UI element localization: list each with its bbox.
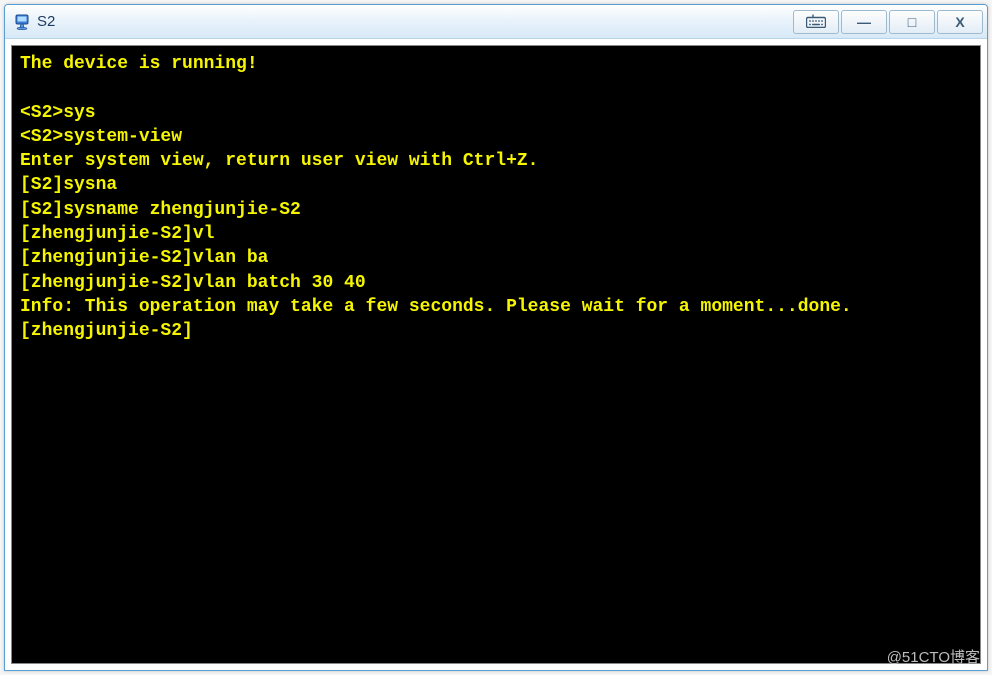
keyboard-icon bbox=[806, 14, 826, 30]
terminal-line: Info: This operation may take a few seco… bbox=[20, 295, 972, 319]
terminal-line bbox=[20, 76, 972, 100]
terminal-output[interactable]: The device is running! <S2>sys<S2>system… bbox=[11, 45, 981, 664]
maximize-button[interactable]: □ bbox=[889, 10, 935, 34]
app-icon bbox=[13, 13, 31, 31]
terminal-line: [S2]sysna bbox=[20, 173, 972, 197]
app-window: S2 — □ X The device is running! <S2>sys<… bbox=[4, 4, 988, 671]
terminal-line: <S2>sys bbox=[20, 101, 972, 125]
minimize-button[interactable]: — bbox=[841, 10, 887, 34]
terminal-line: [zhengjunjie-S2]vlan batch 30 40 bbox=[20, 271, 972, 295]
close-button[interactable]: X bbox=[937, 10, 983, 34]
terminal-line: [S2]sysname zhengjunjie-S2 bbox=[20, 198, 972, 222]
terminal-line: [zhengjunjie-S2]vlan ba bbox=[20, 246, 972, 270]
terminal-line: [zhengjunjie-S2] bbox=[20, 319, 972, 343]
window-title: S2 bbox=[37, 13, 791, 30]
terminal-line: Enter system view, return user view with… bbox=[20, 149, 972, 173]
window-controls: — □ X bbox=[791, 10, 983, 34]
terminal-line: [zhengjunjie-S2]vl bbox=[20, 222, 972, 246]
titlebar[interactable]: S2 — □ X bbox=[5, 5, 987, 39]
terminal-line: <S2>system-view bbox=[20, 125, 972, 149]
terminal-line: The device is running! bbox=[20, 52, 972, 76]
keyboard-button[interactable] bbox=[793, 10, 839, 34]
